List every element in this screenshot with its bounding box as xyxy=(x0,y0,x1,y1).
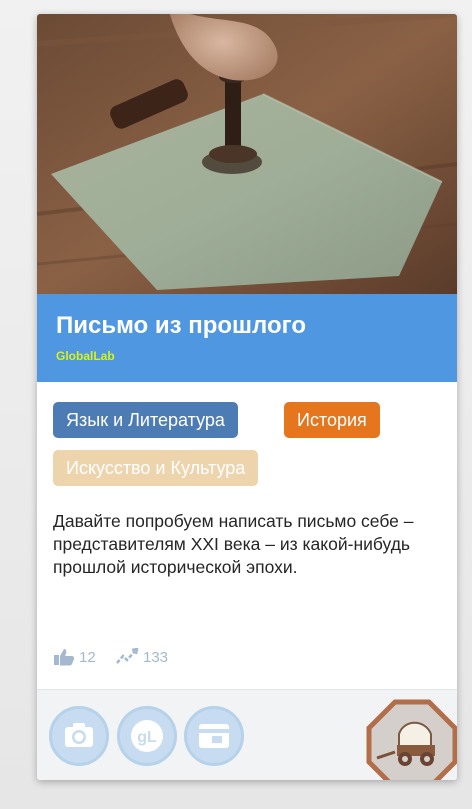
photo-button[interactable] xyxy=(49,706,109,766)
author-link[interactable]: GlobalLab xyxy=(56,349,115,363)
wagon-icon xyxy=(366,699,457,780)
svg-text:gL: gL xyxy=(137,729,157,746)
tag-language-literature[interactable]: Язык и Литература xyxy=(53,402,238,438)
trend-icon xyxy=(116,648,139,664)
likes-count: 12 xyxy=(79,648,96,666)
project-card[interactable]: Письмо из прошлого GlobalLab Язык и Лите… xyxy=(37,14,457,780)
project-title[interactable]: Письмо из прошлого xyxy=(56,312,446,340)
project-badge[interactable] xyxy=(365,698,457,780)
tag-art-culture[interactable]: Искусство и Культура xyxy=(53,450,259,486)
likes-stat[interactable]: 12 xyxy=(53,648,96,666)
views-count: 133 xyxy=(143,648,169,666)
views-stat[interactable]: 133 xyxy=(115,648,168,666)
tag-history[interactable]: История xyxy=(284,402,380,438)
camera-icon xyxy=(65,723,93,747)
thumbs-up-icon xyxy=(54,649,75,666)
card-icon xyxy=(199,724,229,748)
card-footer: gL xyxy=(37,689,457,780)
globallab-button[interactable]: gL xyxy=(117,706,177,766)
globallab-icon: gL xyxy=(131,720,163,752)
project-image[interactable] xyxy=(37,14,457,294)
card-button[interactable] xyxy=(184,706,244,766)
project-description: Давайте попробуем написать письмо себе –… xyxy=(53,511,414,577)
